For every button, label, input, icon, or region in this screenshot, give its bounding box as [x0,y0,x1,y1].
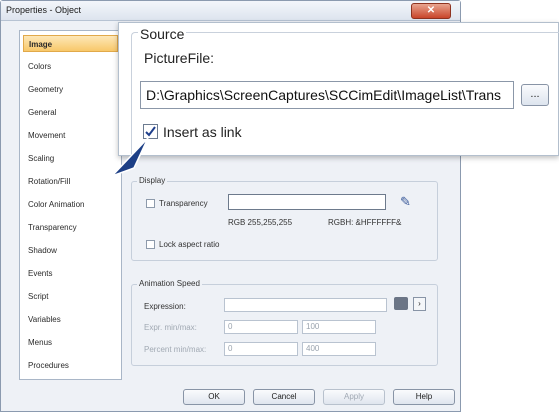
percent-max-input[interactable]: 400 [302,342,376,356]
rgb-value: RGB 255,255,255 [228,218,293,227]
source-zoom-callout: Source PictureFile: D:\Graphics\ScreenCa… [118,22,559,160]
cancel-button[interactable]: Cancel [253,389,315,405]
close-button[interactable]: ✕ [411,3,451,19]
help-button[interactable]: Help [393,389,455,405]
transparency-label: Transparency [159,199,208,208]
picturefile-label: PictureFile: [144,50,215,66]
sidebar-item-geometry[interactable]: Geometry [23,81,118,98]
window-title: Properties - Object [6,5,82,15]
sidebar-item-scaling[interactable]: Scaling [23,150,118,167]
expr-max-input[interactable]: 100 [302,320,376,334]
picturefile-path-input[interactable]: D:\Graphics\ScreenCaptures\SCCimEdit\Ima… [140,81,514,109]
apply-button[interactable]: Apply [323,389,385,405]
sidebar-item-movement[interactable]: Movement [23,127,118,144]
display-group: Display Transparency ✎ RGB 255,255,255 R… [131,176,438,261]
source-group-label: Source [138,26,187,42]
ok-button[interactable]: OK [183,389,245,405]
sidebar-item-shadow[interactable]: Shadow [23,242,118,259]
expr-min-input[interactable]: 0 [224,320,298,334]
rgbh-value: RGBH: &HFFFFFF& [328,218,402,227]
sidebar-item-image[interactable]: Image [23,35,118,52]
property-category-list: Image Colors Geometry General Movement S… [19,30,122,380]
expression-editor-icon[interactable] [394,297,408,310]
lock-aspect-checkbox[interactable] [146,240,155,249]
transparency-color-field[interactable] [228,194,386,210]
sidebar-item-script[interactable]: Script [23,288,118,305]
eyedropper-icon[interactable]: ✎ [400,194,411,210]
title-bar[interactable]: Properties - Object ✕ [1,1,460,21]
chevron-right-icon[interactable]: › [413,297,426,311]
animation-speed-group: Animation Speed Expression: › Expr. min/… [131,279,438,366]
browse-button[interactable]: ... [521,84,549,106]
sidebar-item-procedures[interactable]: Procedures [23,357,118,374]
sidebar-item-color-animation[interactable]: Color Animation [23,196,118,213]
sidebar-item-events[interactable]: Events [23,265,118,282]
expr-minmax-label: Expr. min/max: [144,323,197,332]
sidebar-item-variables[interactable]: Variables [23,311,118,328]
expression-label: Expression: [144,302,186,311]
percent-min-input[interactable]: 0 [224,342,298,356]
sidebar-item-transparency[interactable]: Transparency [23,219,118,236]
sidebar-item-colors[interactable]: Colors [23,58,118,75]
expression-input[interactable] [224,298,387,312]
transparency-checkbox[interactable] [146,199,155,208]
animation-speed-label: Animation Speed [137,279,202,288]
percent-minmax-label: Percent min/max: [144,345,207,354]
sidebar-item-menus[interactable]: Menus [23,334,118,351]
insert-as-link-label: Insert as link [163,124,242,140]
callout-pointer-arrow [111,137,149,177]
sidebar-item-rotation-fill[interactable]: Rotation/Fill [23,173,118,190]
lock-aspect-label: Lock aspect ratio [159,240,220,249]
sidebar-item-general[interactable]: General [23,104,118,121]
